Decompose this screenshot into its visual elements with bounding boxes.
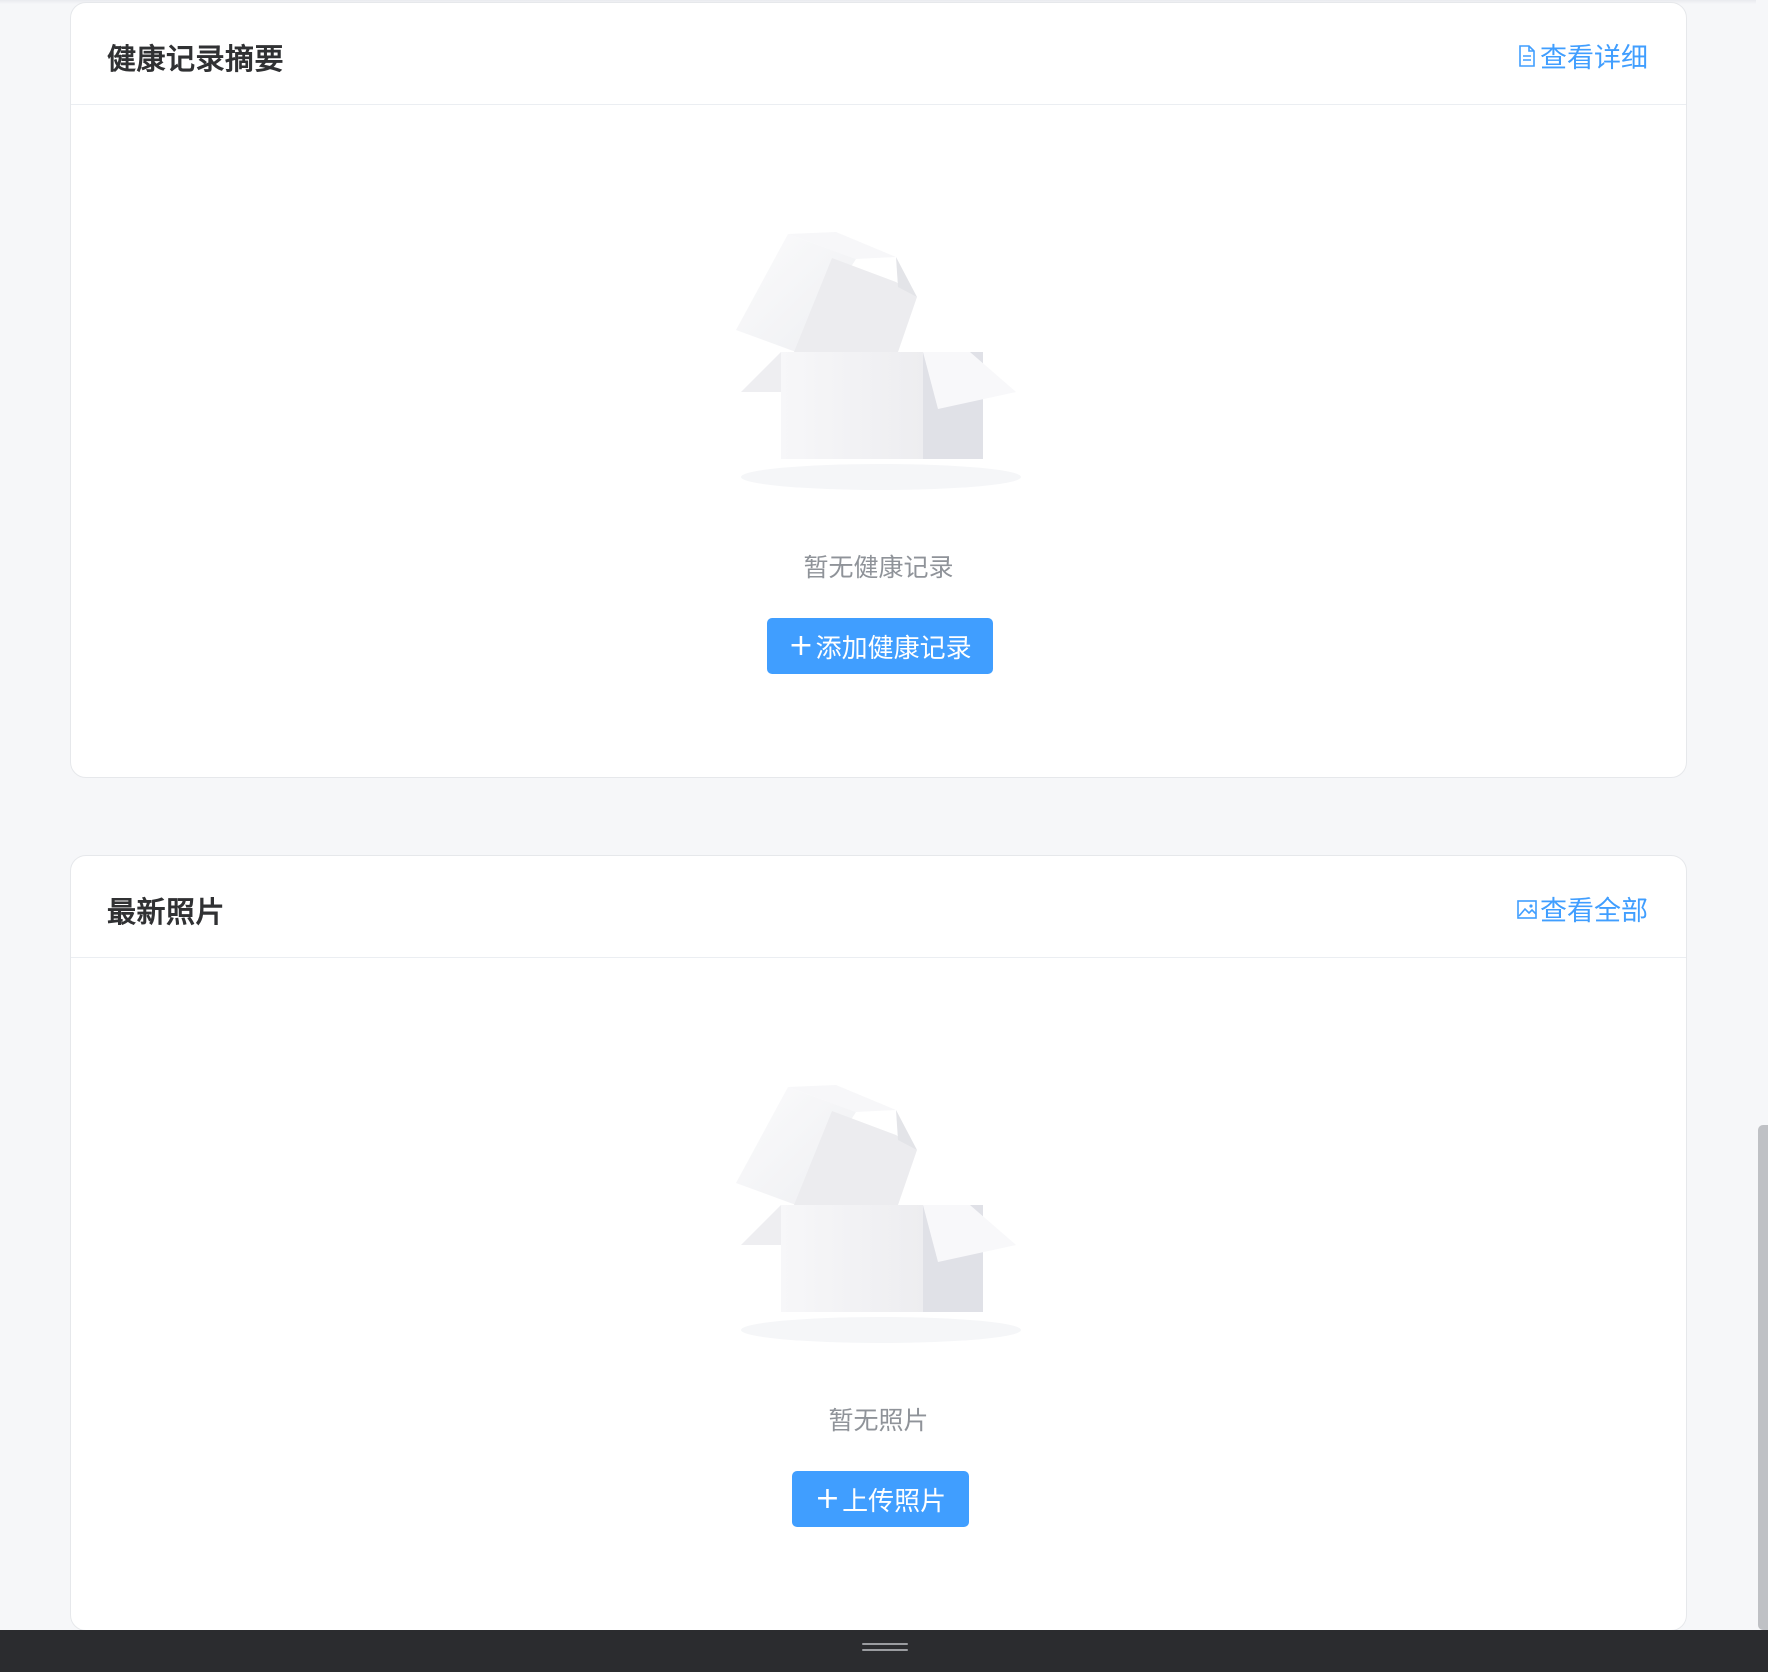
empty-photos-text: 暂无照片 (828, 1406, 929, 1435)
latest-photos-card: 最新照片 查看全部 暂无照片 + 上传照片 (70, 855, 1687, 1631)
upload-photo-button[interactable]: + 上传照片 (792, 1471, 969, 1527)
add-health-record-label: 添加健康记录 (815, 633, 972, 664)
latest-photos-title: 最新照片 (107, 895, 226, 929)
empty-health-text: 暂无健康记录 (803, 553, 954, 582)
bottom-panel-bar (0, 1630, 1768, 1672)
vertical-scrollbar[interactable] (1756, 0, 1768, 1630)
health-summary-card: 健康记录摘要 查看详细 暂无健康记录 + 添加健康记录 (70, 2, 1687, 778)
health-summary-header: 健康记录摘要 查看详细 (71, 3, 1686, 105)
plus-icon: + (788, 628, 814, 663)
view-details-link[interactable]: 查看详细 (1516, 36, 1648, 75)
view-details-label: 查看详细 (1540, 43, 1648, 74)
empty-box-illustration (736, 1085, 1026, 1345)
scrollbar-thumb[interactable] (1758, 1125, 1768, 1630)
drag-handle-icon[interactable] (862, 1643, 908, 1651)
plus-icon: + (814, 1481, 841, 1516)
view-all-link[interactable]: 查看全部 (1516, 889, 1648, 928)
add-health-record-button[interactable]: + 添加健康记录 (767, 618, 993, 674)
document-icon (1516, 44, 1538, 68)
empty-box-illustration (736, 232, 1026, 492)
health-summary-title: 健康记录摘要 (107, 42, 285, 76)
latest-photos-header: 最新照片 查看全部 (71, 856, 1686, 958)
view-all-label: 查看全部 (1540, 896, 1648, 927)
upload-photo-label: 上传照片 (842, 1486, 947, 1517)
health-summary-body: 暂无健康记录 + 添加健康记录 (71, 105, 1686, 777)
latest-photos-body: 暂无照片 + 上传照片 (71, 958, 1686, 1630)
image-icon (1516, 897, 1538, 921)
